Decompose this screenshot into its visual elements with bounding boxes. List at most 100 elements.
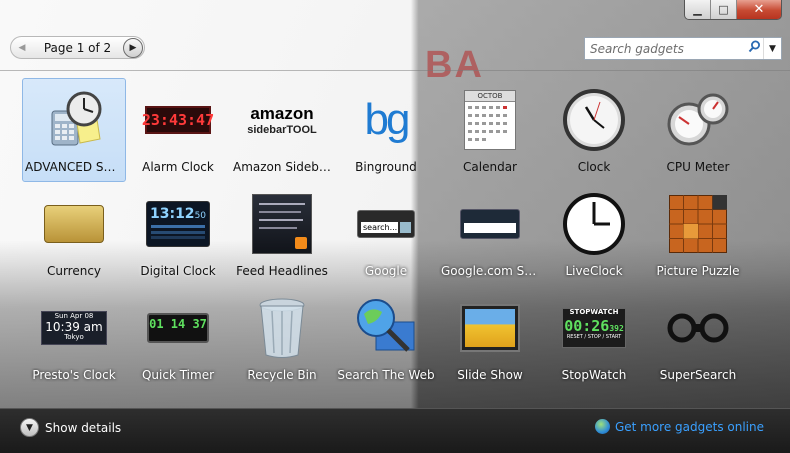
calendar-icon: OCTOB — [464, 90, 516, 150]
stopwatch-header: STOPWATCH — [569, 308, 619, 316]
search-icon[interactable] — [745, 40, 763, 57]
gadget-amazon-sidebar[interactable]: amazon sidebarTOOL Amazon Sideba... — [230, 78, 334, 182]
globe-icon — [594, 419, 610, 434]
show-details-button[interactable]: ▼ Show details — [20, 418, 121, 437]
gadget-advanced-search[interactable]: ADVANCED SEA... — [22, 78, 126, 182]
globe-magnifier-icon — [357, 299, 415, 352]
clock-face-icon — [563, 89, 625, 151]
supersearch-thumbnail — [662, 295, 734, 361]
clock-thumbnail — [558, 87, 630, 153]
stopwatch-time: 00:26 — [564, 316, 610, 335]
prestos-clock-display: Sun Apr 08 10:39 am Tokyo — [41, 311, 107, 345]
gadget-search-the-web[interactable]: Search The Web — [334, 286, 438, 390]
page-indicator: Page 1 of 2 — [43, 40, 112, 55]
minimize-button[interactable]: ▁ — [685, 0, 711, 19]
gadget-liveclock[interactable]: LiveClock — [542, 182, 646, 286]
show-details-label: Show details — [45, 420, 122, 435]
gadget-label: Picture Puzzle — [656, 264, 740, 278]
gadget-label: Google — [364, 264, 408, 278]
google-search-widget: search... — [357, 210, 415, 238]
amazon-sidebar-thumbnail: amazon sidebarTOOL — [246, 87, 318, 153]
rss-icon — [295, 237, 307, 249]
gadget-label: ADVANCED SEA... — [25, 160, 125, 174]
gadget-prestos-clock[interactable]: Sun Apr 08 10:39 am Tokyo Presto's Clock — [22, 286, 126, 390]
top-bar: ◀ Page 1 of 2 ▶ ▼ — [0, 26, 790, 70]
recycle-bin-thumbnail — [246, 295, 318, 361]
alarm-clock-thumbnail: 23:43:47 — [142, 87, 214, 153]
gadget-label: CPU Meter — [666, 160, 730, 174]
get-more-gadgets-label: Get more gadgets online — [614, 419, 764, 434]
stopwatch-display: STOPWATCH 00:26392 RESET / STOP / START — [562, 308, 626, 348]
gadget-label: Alarm Clock — [142, 160, 214, 174]
get-more-gadgets-link[interactable]: Get more gadgets online — [594, 419, 764, 434]
digital-clock-seconds: 50 — [194, 211, 207, 221]
gadget-google[interactable]: search... Google — [334, 182, 438, 286]
liveclock-thumbnail — [558, 191, 630, 257]
gadget-alarm-clock[interactable]: 23:43:47 Alarm Clock — [126, 78, 230, 182]
gadget-label: Slide Show — [457, 368, 523, 382]
amazon-logo-text: amazon — [250, 104, 314, 123]
chevron-down-icon: ▼ — [20, 418, 39, 437]
gadget-label: LiveClock — [565, 264, 623, 278]
feed-headlines-thumbnail — [246, 191, 318, 257]
maximize-button[interactable]: □ — [711, 0, 737, 19]
gadget-binground[interactable]: bg Binground — [334, 78, 438, 182]
gadget-cpu-meter[interactable]: CPU Meter — [646, 78, 750, 182]
google-thumbnail: search... — [350, 191, 422, 257]
digital-clock-display: 13:1250 — [146, 201, 210, 247]
calendar-month: OCTOB — [465, 91, 515, 102]
close-button[interactable]: ✕ — [737, 0, 781, 19]
cpu-meter-thumbnail — [662, 87, 734, 153]
digital-clock-time: 13:12 — [149, 206, 195, 222]
gadget-slide-show[interactable]: Slide Show — [438, 286, 542, 390]
currency-card-icon — [44, 205, 104, 243]
advanced-search-thumbnail — [38, 87, 110, 153]
quick-timer-display: 01 14 37 — [147, 313, 209, 343]
next-page-button[interactable]: ▶ — [123, 37, 143, 58]
gadget-recycle-bin[interactable]: Recycle Bin — [230, 286, 334, 390]
gadget-quick-timer[interactable]: 01 14 37 Quick Timer — [126, 286, 230, 390]
gadget-currency[interactable]: Currency — [22, 182, 126, 286]
google-search-field: search... — [361, 222, 398, 233]
gadget-label: Digital Clock — [140, 264, 216, 278]
search-the-web-thumbnail — [350, 295, 422, 361]
digital-clock-thumbnail: 13:1250 — [142, 191, 214, 257]
gadget-feed-headlines[interactable]: Feed Headlines — [230, 182, 334, 286]
gadget-stopwatch[interactable]: STOPWATCH 00:26392 RESET / STOP / START … — [542, 286, 646, 390]
search-input[interactable] — [585, 38, 745, 59]
gadget-label: Search The Web — [337, 368, 435, 382]
gadget-label: Calendar — [463, 160, 517, 174]
feed-icon — [252, 194, 312, 254]
gadget-label: Feed Headlines — [236, 264, 328, 278]
gadget-label: Presto's Clock — [32, 368, 116, 382]
gadget-label: Currency — [46, 264, 102, 278]
binground-logo: bg — [364, 95, 411, 144]
gadget-label: Google.com Se... — [441, 264, 541, 278]
gadget-digital-clock[interactable]: 13:1250 Digital Clock — [126, 182, 230, 286]
binoculars-icon — [667, 313, 729, 343]
currency-thumbnail — [38, 191, 110, 257]
gadget-label: StopWatch — [561, 368, 627, 382]
slide-show-thumbnail — [454, 295, 526, 361]
binground-thumbnail: bg — [350, 87, 422, 153]
gadget-clock[interactable]: Clock — [542, 78, 646, 182]
clock-face-icon — [563, 193, 625, 255]
gadget-google-com-search[interactable]: Google.com Se... — [438, 182, 542, 286]
picture-puzzle-thumbnail — [662, 191, 734, 257]
gadget-supersearch[interactable]: SuperSearch — [646, 286, 750, 390]
gadget-picture-puzzle[interactable]: Picture Puzzle — [646, 182, 750, 286]
google-com-search-thumbnail — [454, 191, 526, 257]
google-com-widget — [460, 209, 520, 239]
prestos-clock-thumbnail: Sun Apr 08 10:39 am Tokyo — [38, 295, 110, 361]
gadget-calendar[interactable]: OCTOB Calendar — [438, 78, 542, 182]
previous-page-button[interactable]: ◀ — [12, 38, 32, 58]
gadget-label: Binground — [355, 160, 417, 174]
gauge-icon — [667, 93, 729, 146]
bottom-bar: ▼ Show details Get more gadgets online — [0, 408, 790, 453]
search-dropdown-button[interactable]: ▼ — [763, 38, 781, 59]
gadget-label: Recycle Bin — [247, 368, 317, 382]
stopwatch-ms: 392 — [609, 323, 624, 333]
window-controls: ▁ □ ✕ — [684, 0, 782, 20]
alarm-clock-display: 23:43:47 — [142, 106, 214, 134]
recycle-bin-icon — [259, 298, 305, 358]
